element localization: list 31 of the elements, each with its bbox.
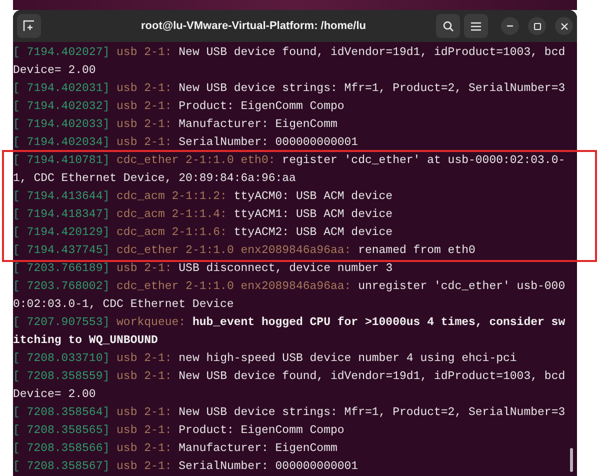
log-line: [ 7194.402033] usb 2-1: Manufacturer: EigenComm	[13, 117, 338, 133]
log-line: [ 7194.413644] cdc_acm 2-1:1.2: ttyACM0: USB ACM device	[13, 189, 394, 205]
menu-icon	[471, 22, 481, 30]
log-line: [ 7194.418347] cdc_acm 2-1:1.4: ttyACM1: USB ACM device	[13, 207, 394, 223]
window-title: root@lu-VMware-Virtual-Platform: /home/lu	[140, 18, 368, 34]
new-tab-icon	[23, 20, 35, 32]
log-line: [ 7194.402031] usb 2-1: New USB device strings: Mfr=1, Product=2, SerialNumber=3	[13, 81, 566, 97]
log-line: [ 7194.402034] usb 2-1: SerialNumber: 000000000001	[13, 135, 360, 151]
search-button[interactable]	[436, 14, 460, 38]
menu-button[interactable]	[464, 14, 488, 38]
search-icon	[442, 20, 454, 32]
log-line: [ 7194.402032] usb 2-1: Product: EigenComm Compo	[13, 99, 346, 115]
minimize-icon	[507, 25, 513, 27]
maximize-icon	[534, 22, 540, 30]
log-line: [ 7194.437745] cdc_ether 2-1:1.0 enx2089846a96aa: renamed from eth0	[13, 243, 476, 259]
log-line: [ 7194.420129] cdc_acm 2-1:1.6: ttyACM2: USB ACM device	[13, 225, 394, 241]
scrollbar-thumb[interactable]	[570, 448, 573, 472]
log-line: [ 7208.358567] usb 2-1: SerialNumber: 000000000001	[13, 459, 360, 475]
log-line: [ 7208.358566] usb 2-1: Manufacturer: EigenComm	[13, 441, 338, 457]
log-line: [ 7208.358564] usb 2-1: New USB device strings: Mfr=1, Product=2, SerialNumber=3	[13, 405, 566, 421]
log-line: [ 7207.907553] workqueue: hub_event hogged CPU for >10000us 4 times, consider switching to WQ_UNBOUND	[13, 315, 566, 349]
log-line: [ 7208.033710] usb 2-1: new high-speed USB device number 4 using ehci-pci	[13, 351, 518, 367]
log-line: [ 7203.766189] usb 2-1: USB disconnect, device number 3	[13, 261, 394, 277]
log-line: [ 7208.358559] usb 2-1: New USB device found, idVendor=19d1, idProduct=1003, bcdDevice= 2.00	[13, 369, 566, 403]
new-tab-button[interactable]	[17, 14, 41, 38]
maximize-button[interactable]	[528, 17, 546, 35]
close-button[interactable]	[555, 17, 573, 35]
log-line: [ 7194.402027] usb 2-1: New USB device found, idVendor=19d1, idProduct=1003, bcdDevice= 2.00	[13, 45, 566, 79]
log-line: [ 7203.768002] cdc_ether 2-1:1.0 enx2089846a96aa: unregister 'cdc_ether' usb-0000:02:03.0-1, CDC Ethernet Device	[13, 279, 566, 313]
log-line: [ 7208.358565] usb 2-1: Product: EigenComm Compo	[13, 423, 346, 439]
close-icon	[560, 22, 568, 30]
